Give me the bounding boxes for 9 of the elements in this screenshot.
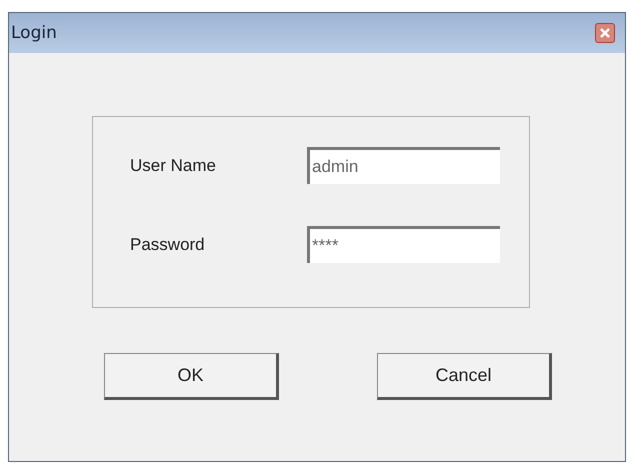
close-icon bbox=[600, 28, 610, 38]
close-button[interactable] bbox=[595, 23, 615, 43]
input-field[interactable]: admin bbox=[307, 147, 500, 184]
ok-button[interactable]: OK bbox=[104, 353, 279, 400]
window-title: Login bbox=[11, 23, 57, 43]
cancel-button[interactable]: Cancel bbox=[377, 353, 552, 400]
field-label: User Name bbox=[130, 156, 217, 176]
field-label: Password bbox=[130, 234, 206, 254]
input-field[interactable]: **** bbox=[307, 226, 500, 263]
